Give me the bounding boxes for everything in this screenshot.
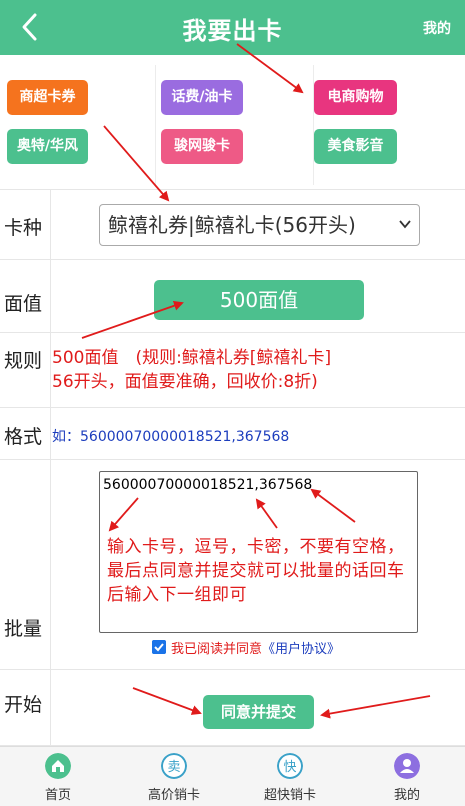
category-button-junwang[interactable]: 骏网骏卡 bbox=[161, 129, 243, 164]
fast-glyph: 快 bbox=[283, 760, 296, 775]
format-label: 格式 bbox=[4, 426, 43, 448]
rule-line-2: 56开头，面值要准确，回收价:8折) bbox=[52, 372, 318, 392]
mine-link[interactable]: 我的 bbox=[423, 18, 451, 38]
face-label: 面值 bbox=[4, 293, 43, 315]
category-button-dianshang[interactable]: 电商购物 bbox=[314, 80, 397, 115]
submit-button[interactable]: 同意并提交 bbox=[203, 695, 314, 729]
agree-label: 我已阅读并同意 bbox=[171, 642, 263, 657]
chevron-down-icon bbox=[399, 220, 411, 229]
nav-item-fast[interactable]: 快 超快销卡 bbox=[232, 747, 348, 806]
face-value-button[interactable]: 500面值 bbox=[154, 280, 364, 320]
card-type-label: 卡种 bbox=[4, 217, 43, 239]
format-text: 如：56000070000018521,367568 bbox=[52, 429, 290, 445]
sell-icon: 卖 bbox=[161, 753, 187, 779]
top-bar: 我要出卡 我的 bbox=[0, 0, 465, 55]
nav-label: 超快销卡 bbox=[263, 788, 316, 803]
category-button-meishi[interactable]: 美食影音 bbox=[314, 129, 397, 164]
column-divider bbox=[50, 190, 51, 750]
agree-text: 我已阅读并同意《用户协议》 bbox=[171, 638, 340, 657]
divider bbox=[155, 65, 156, 185]
bottom-nav: 首页 卖 高价销卡 快 超快销卡 我的 bbox=[0, 746, 465, 806]
rule-label: 规则 bbox=[4, 350, 43, 372]
agree-checkbox[interactable] bbox=[152, 640, 166, 654]
rule-text: 500面值 (规则:鲸禧礼券[鲸禧礼卡] 56开头，面值要准确，回收价:8折) bbox=[52, 346, 452, 394]
category-button-shangchao[interactable]: 商超卡券 bbox=[7, 80, 88, 115]
user-icon bbox=[394, 753, 420, 779]
nav-label: 我的 bbox=[393, 788, 420, 803]
batch-label: 批量 bbox=[4, 618, 43, 640]
page-title: 我要出卡 bbox=[182, 17, 283, 45]
nav-item-sell[interactable]: 卖 高价销卡 bbox=[116, 747, 232, 806]
home-icon bbox=[45, 753, 71, 779]
user-agreement-link[interactable]: 《用户协议》 bbox=[262, 642, 340, 657]
instruction-note: 输入卡号，逗号，卡密，不要有空格，最后点同意并提交就可以批量的话回车后输入下一组… bbox=[107, 537, 405, 605]
nav-label: 高价销卡 bbox=[147, 788, 200, 803]
start-label: 开始 bbox=[4, 694, 43, 716]
card-type-select[interactable]: 鲸禧礼券|鲸禧礼卡(56开头) bbox=[99, 204, 420, 246]
batch-input-value: 56000070000018521,367568 bbox=[103, 477, 313, 493]
category-button-aote[interactable]: 奥特/华风 bbox=[7, 129, 88, 164]
sell-glyph: 卖 bbox=[167, 760, 180, 775]
rule-line-1: 500面值 (规则:鲸禧礼券[鲸禧礼卡] bbox=[52, 348, 332, 368]
page: 我要出卡 我的 商超卡券 话费/油卡 电商购物 奥特/华风 骏网骏卡 美食影音 … bbox=[0, 0, 465, 806]
card-type-value: 鲸禧礼券|鲸禧礼卡(56开头) bbox=[108, 213, 356, 237]
category-button-huafei[interactable]: 话费/油卡 bbox=[161, 80, 243, 115]
category-panel: 商超卡券 话费/油卡 电商购物 奥特/华风 骏网骏卡 美食影音 bbox=[0, 55, 465, 190]
nav-item-home[interactable]: 首页 bbox=[0, 747, 116, 806]
nav-label: 首页 bbox=[44, 788, 71, 803]
fast-icon: 快 bbox=[277, 753, 303, 779]
nav-item-mine[interactable]: 我的 bbox=[349, 747, 465, 806]
